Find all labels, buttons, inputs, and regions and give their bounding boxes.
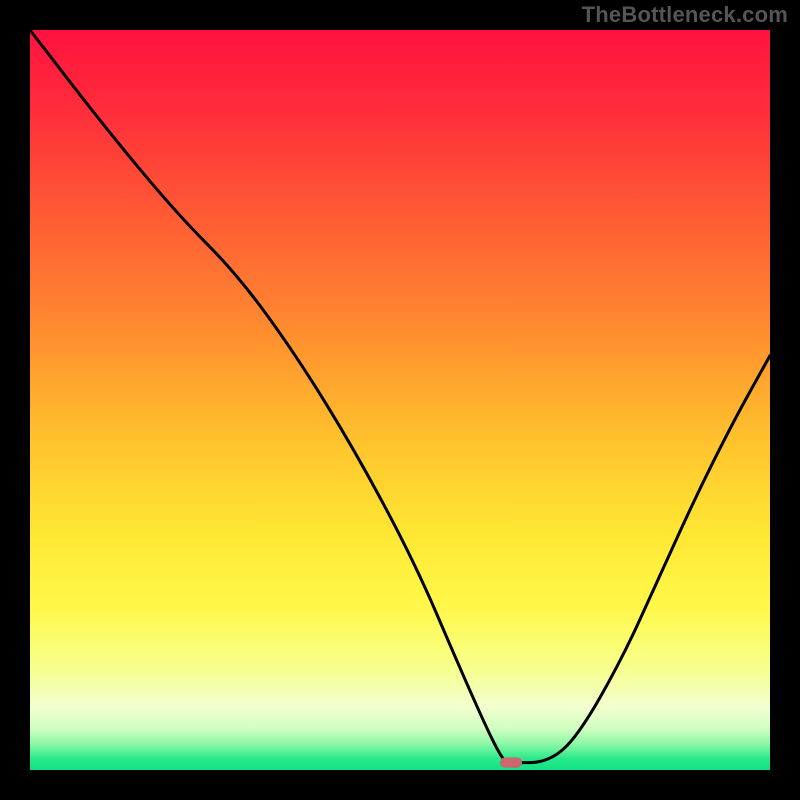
plot-background (30, 30, 770, 770)
attribution-text: TheBottleneck.com (582, 2, 788, 28)
optimal-marker (500, 757, 522, 767)
chart-svg (0, 0, 800, 800)
chart-frame (0, 0, 800, 800)
